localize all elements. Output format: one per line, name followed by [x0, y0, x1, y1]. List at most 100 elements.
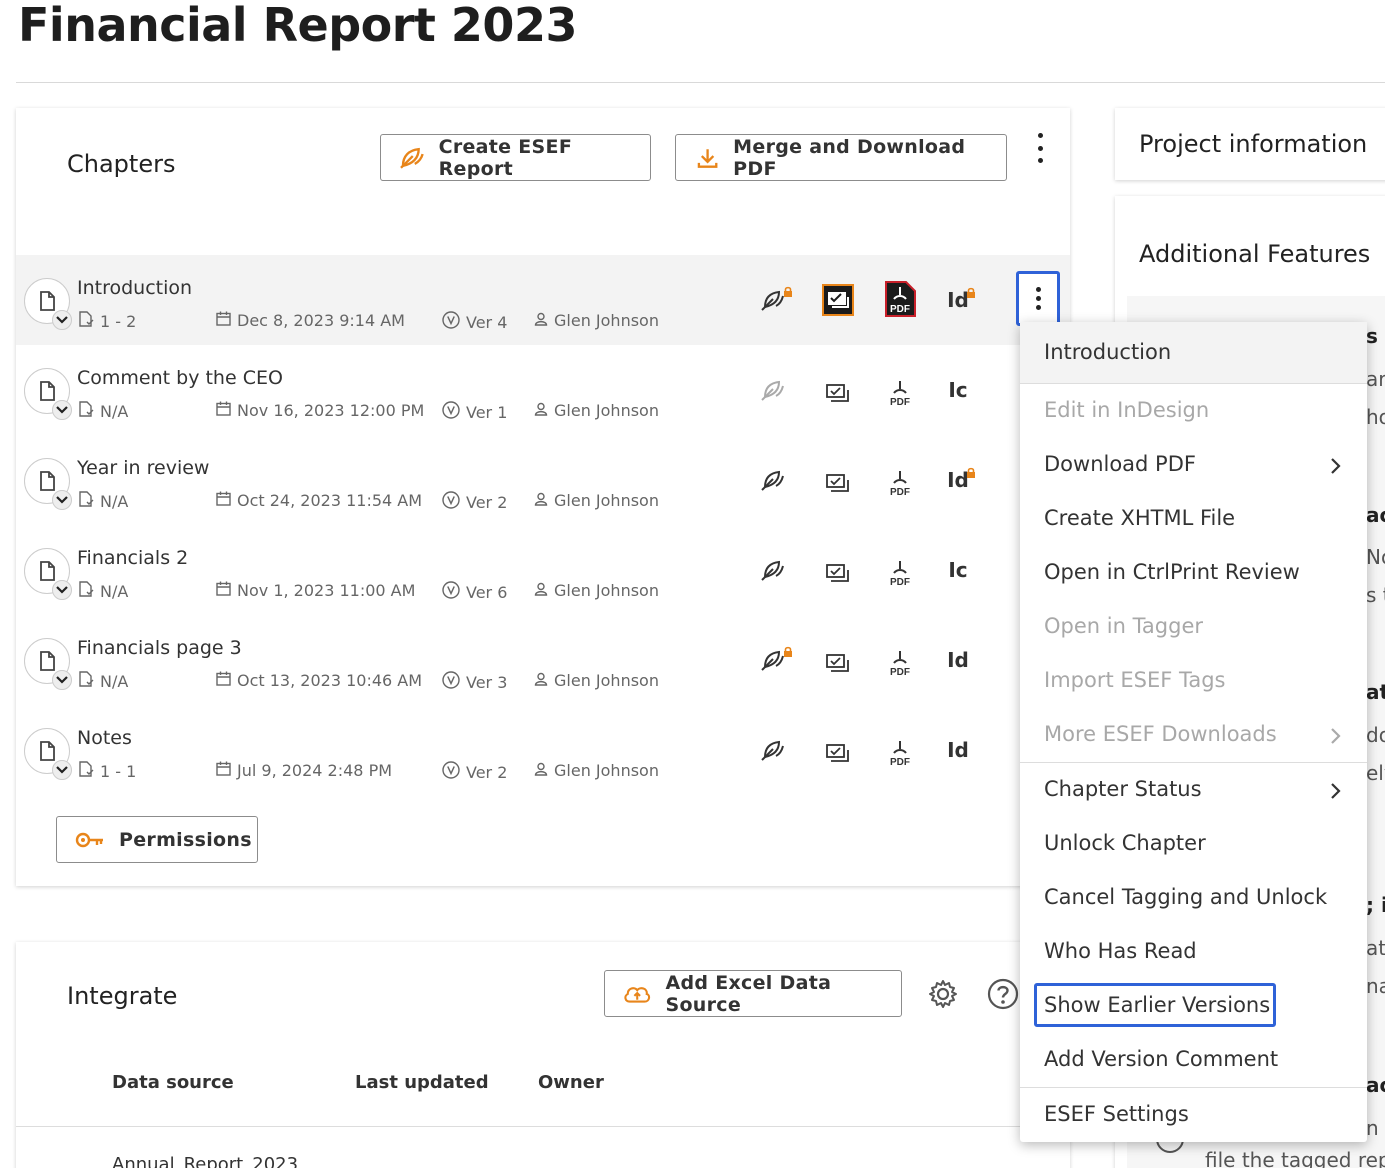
pdf-icon[interactable]: PDF	[882, 645, 918, 683]
menu-item-add-version-comment[interactable]: Add Version Comment	[1044, 1047, 1278, 1071]
indesign-icon[interactable]: Ic	[946, 377, 970, 403]
pdf-icon[interactable]: PDF	[882, 375, 918, 413]
user-icon	[534, 581, 548, 600]
pages-icon	[78, 491, 94, 511]
chapters-more-menu-icon[interactable]	[1036, 133, 1044, 163]
settings-gear-icon[interactable]	[927, 978, 959, 1010]
row-more-menu-button[interactable]	[1016, 271, 1060, 326]
merge-download-pdf-button[interactable]: Merge and Download PDF	[675, 134, 1007, 181]
chevron-right-icon	[1330, 457, 1342, 479]
pages-value: N/A	[100, 491, 129, 511]
esef-leaf-icon[interactable]	[758, 465, 788, 495]
menu-item-more-esef-downloads: More ESEF Downloads	[1044, 722, 1277, 746]
chapter-version: Ver 4	[442, 311, 507, 333]
menu-item-unlock-chapter[interactable]: Unlock Chapter	[1044, 831, 1206, 855]
data-source-name[interactable]: Annual_Report_2023	[112, 1154, 298, 1168]
expand-chevron-icon[interactable]	[52, 580, 72, 600]
cloud-upload-icon	[624, 986, 651, 1003]
menu-item-who-has-read[interactable]: Who Has Read	[1044, 939, 1197, 963]
permissions-button[interactable]: Permissions	[56, 816, 258, 863]
menu-item-chapter-status[interactable]: Chapter Status	[1044, 777, 1202, 801]
esef-leaf-icon[interactable]	[758, 735, 788, 765]
chapter-date: Nov 16, 2023 12:00 PM	[216, 401, 424, 420]
more-vertical-icon	[1035, 287, 1041, 310]
pdf-icon[interactable]: PDF	[882, 280, 918, 318]
calendar-icon	[216, 671, 231, 690]
chapter-row[interactable]: Introduction 1 - 2 Dec 8, 2023 9:14 AM Ver …	[16, 255, 1070, 345]
chapter-row[interactable]: Notes 1 - 1 Jul 9, 2024 2:48 PM Ver 2 Glen J…	[16, 705, 1070, 795]
chapter-name[interactable]: Introduction	[77, 277, 192, 299]
date-value: Oct 24, 2023 11:54 AM	[237, 491, 423, 510]
chapter-row[interactable]: Comment by the CEO N/A Nov 16, 2023 12:00 …	[16, 345, 1070, 435]
date-value: Oct 13, 2023 10:46 AM	[237, 671, 423, 690]
chapter-row[interactable]: Financials page 3 N/A Oct 13, 2023 10:46 A…	[16, 615, 1070, 705]
review-icon[interactable]	[820, 646, 856, 682]
chapter-name[interactable]: Financials 2	[77, 547, 188, 569]
review-icon[interactable]	[820, 556, 856, 592]
review-icon[interactable]	[820, 376, 856, 412]
review-icon[interactable]	[820, 282, 856, 318]
user-icon	[534, 491, 548, 510]
chapter-pages: N/A	[78, 491, 128, 511]
chapter-name[interactable]: Comment by the CEO	[77, 367, 283, 389]
expand-chevron-icon[interactable]	[52, 670, 72, 690]
feature-text-fragment: ar	[1366, 367, 1385, 391]
indesign-icon[interactable]: Ic	[946, 557, 970, 583]
calendar-icon	[216, 311, 231, 330]
column-header-owner: Owner	[538, 1072, 604, 1093]
menu-separator	[1020, 762, 1367, 763]
review-icon[interactable]	[820, 466, 856, 502]
version-icon	[442, 491, 460, 513]
pdf-icon[interactable]: PDF	[882, 555, 918, 593]
date-value: Jul 9, 2024 2:48 PM	[237, 761, 393, 780]
esef-leaf-icon	[400, 147, 424, 169]
feature-text-fragment: s t	[1366, 583, 1385, 607]
chapter-name[interactable]: Year in review	[77, 457, 209, 479]
lock-icon	[966, 283, 976, 298]
expand-chevron-icon[interactable]	[52, 760, 72, 780]
download-icon	[697, 148, 718, 168]
date-value: Nov 1, 2023 11:00 AM	[237, 581, 416, 600]
calendar-icon	[216, 491, 231, 510]
help-icon[interactable]	[987, 978, 1019, 1010]
key-icon	[75, 832, 103, 847]
version-value: Ver 3	[466, 672, 508, 692]
author-value: Glen Johnson	[554, 401, 659, 420]
calendar-icon	[216, 401, 231, 420]
chapter-row[interactable]: Financials 2 N/A Nov 1, 2023 11:00 AM Ver 6…	[16, 525, 1070, 615]
lock-icon	[783, 282, 793, 297]
chevron-right-icon	[1330, 782, 1342, 804]
chapter-name[interactable]: Notes	[77, 727, 132, 749]
menu-item-download-pdf[interactable]: Download PDF	[1044, 452, 1196, 476]
menu-item-create-xhtml-file[interactable]: Create XHTML File	[1044, 506, 1235, 530]
chapter-pages: N/A	[78, 671, 128, 691]
version-icon	[442, 401, 460, 423]
chapter-name[interactable]: Financials page 3	[77, 637, 242, 659]
create-esef-report-button[interactable]: Create ESEF Report	[380, 134, 651, 181]
pdf-icon[interactable]: PDF	[882, 735, 918, 773]
svg-text:PDF: PDF	[890, 577, 910, 588]
expand-chevron-icon[interactable]	[52, 490, 72, 510]
esef-leaf-icon[interactable]	[758, 555, 788, 585]
author-value: Glen Johnson	[554, 581, 659, 600]
indesign-icon[interactable]: Id	[946, 647, 970, 673]
indesign-icon[interactable]: Id	[946, 737, 970, 763]
menu-item-cancel-tagging-and-unlock[interactable]: Cancel Tagging and Unlock	[1044, 885, 1327, 909]
add-excel-data-source-button[interactable]: Add Excel Data Source	[604, 970, 902, 1017]
chapter-pages: N/A	[78, 581, 128, 601]
esef-leaf-icon[interactable]	[758, 375, 788, 405]
expand-chevron-icon[interactable]	[52, 400, 72, 420]
chapter-version: Ver 1	[442, 401, 507, 423]
chapter-row[interactable]: Year in review N/A Oct 24, 2023 11:54 AM Ve…	[16, 435, 1070, 525]
date-value: Dec 8, 2023 9:14 AM	[237, 311, 405, 330]
user-icon	[534, 671, 548, 690]
project-information-card[interactable]: Project information	[1115, 108, 1385, 180]
menu-item-open-in-ctrlprint-review[interactable]: Open in CtrlPrint Review	[1044, 560, 1300, 584]
review-icon[interactable]	[820, 736, 856, 772]
pdf-icon[interactable]: PDF	[882, 465, 918, 503]
pages-value: 1 - 2	[100, 311, 137, 331]
menu-item-esef-settings[interactable]: ESEF Settings	[1044, 1102, 1189, 1126]
expand-chevron-icon[interactable]	[52, 310, 72, 330]
menu-separator	[1020, 1087, 1367, 1088]
chapters-title: Chapters	[67, 150, 176, 178]
